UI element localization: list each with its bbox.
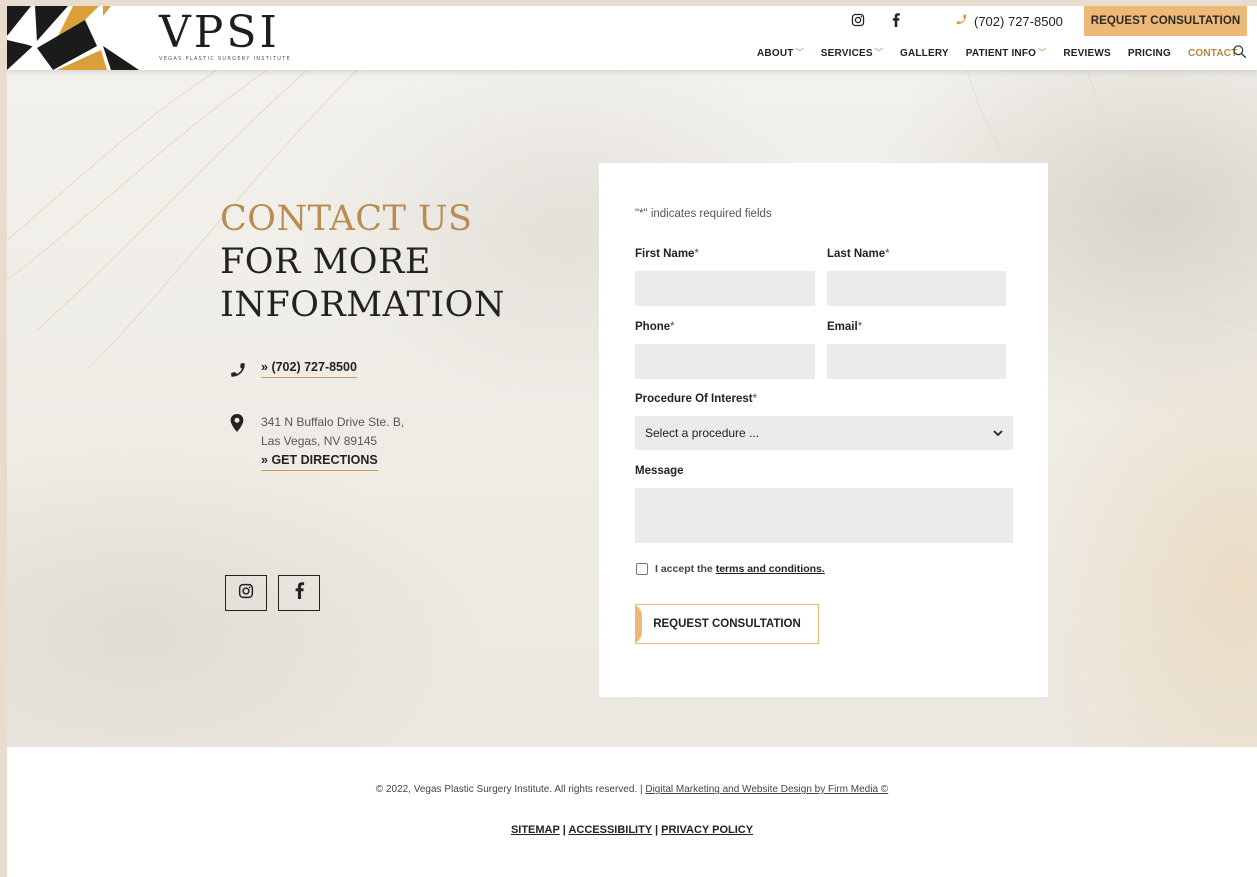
nav-item-about[interactable]: ABOUT ﹀: [757, 48, 804, 59]
site-footer: © 2022, Vegas Plastic Surgery Institute.…: [7, 747, 1257, 877]
page-heading: CONTACT US FOR MORE INFORMATION: [220, 198, 505, 327]
required-fields-note: "*" indicates required fields: [635, 208, 772, 220]
last-name-label: Last Name*: [827, 248, 890, 260]
contact-form: "*" indicates required fields First Name…: [599, 163, 1048, 697]
footer-links: SITEMAP | ACCESSIBILITY | PRIVACY POLICY: [510, 824, 754, 836]
facebook-icon: [294, 582, 305, 604]
header-phone-link[interactable]: (702) 727-8500: [955, 12, 1063, 30]
procedure-label: Procedure Of Interest*: [635, 393, 758, 405]
address-line-1: 341 N Buffalo Drive Ste. B,: [261, 415, 405, 429]
nav-item-gallery[interactable]: GALLERY: [900, 48, 949, 59]
procedure-select[interactable]: Select a procedure ...: [635, 416, 1013, 450]
map-pin-icon: [229, 414, 247, 432]
first-name-input[interactable]: [635, 271, 815, 306]
first-name-label: First Name*: [635, 248, 699, 260]
heading-line-gold: CONTACT US: [220, 199, 473, 239]
contact-phone: » (702) 727-8500: [229, 360, 357, 379]
header-request-consultation-button[interactable]: REQUEST CONSULTATION: [1084, 6, 1247, 36]
phone-icon: [229, 361, 247, 379]
email-label: Email*: [827, 321, 863, 333]
terms-text: I accept the terms and conditions.: [655, 563, 825, 575]
nav-item-contact[interactable]: CONTACT: [1188, 48, 1238, 59]
contact-address: 341 N Buffalo Drive Ste. B, Las Vegas, N…: [229, 413, 404, 471]
instagram-icon[interactable]: [850, 12, 866, 28]
facebook-button[interactable]: [278, 575, 320, 611]
facebook-icon[interactable]: [888, 12, 904, 28]
terms-link[interactable]: terms and conditions.: [716, 563, 825, 575]
nav-item-patient-info[interactable]: PATIENT INFO ﹀: [966, 48, 1047, 59]
message-label: Message: [635, 465, 684, 477]
firm-media-link[interactable]: Digital Marketing and Website Design by …: [645, 784, 888, 795]
instagram-button[interactable]: [225, 575, 267, 611]
email-input[interactable]: [827, 344, 1006, 379]
chevron-down-icon: ﹀: [1038, 47, 1047, 57]
contact-phone-number: (702) 727-8500: [271, 360, 357, 374]
search-icon[interactable]: [1232, 44, 1248, 60]
heading-line-3: INFORMATION: [220, 285, 505, 325]
last-name-input[interactable]: [827, 271, 1006, 306]
nav-item-pricing[interactable]: PRICING: [1128, 48, 1171, 59]
logo-tagline: VEGAS PLASTIC SURGERY INSTITUTE: [159, 56, 292, 62]
get-directions-link[interactable]: » GET DIRECTIONS: [261, 453, 378, 471]
copyright: © 2022, Vegas Plastic Surgery Institute.…: [375, 784, 889, 795]
contact-phone-link[interactable]: » (702) 727-8500: [261, 360, 357, 378]
procedure-select-value: Select a procedure ...: [645, 426, 760, 440]
page: VPSI VEGAS PLASTIC SURGERY INSTITUTE (70…: [7, 6, 1257, 877]
address-line-2: Las Vegas, NV 89145: [261, 434, 378, 448]
site-header: VPSI VEGAS PLASTIC SURGERY INSTITUTE (70…: [7, 6, 1257, 70]
instagram-icon: [238, 583, 254, 604]
nav-item-reviews[interactable]: REVIEWS: [1063, 48, 1111, 59]
double-chevron-right-icon: »: [261, 360, 268, 374]
accessibility-link[interactable]: ACCESSIBILITY: [568, 824, 652, 836]
main-nav: ABOUT ﹀ SERVICES ﹀ GALLERY PATIENT INFO ﹀ R…: [757, 45, 1255, 61]
contact-hero: CONTACT US FOR MORE INFORMATION » (702) …: [7, 70, 1257, 747]
sitemap-link[interactable]: SITEMAP: [511, 824, 560, 836]
request-consultation-submit-button[interactable]: REQUEST CONSULTATION: [635, 604, 819, 644]
message-textarea[interactable]: [635, 488, 1013, 543]
phone-label: Phone*: [635, 321, 675, 333]
chevron-down-icon: ﹀: [795, 47, 804, 57]
terms-checkbox[interactable]: [636, 563, 648, 575]
heading-line-2: FOR MORE: [220, 242, 431, 282]
nav-item-services[interactable]: SERVICES ﹀: [821, 48, 883, 59]
phone-input[interactable]: [635, 344, 815, 379]
chevron-down-icon: ﹀: [874, 47, 883, 57]
chevron-down-icon: [993, 426, 1003, 440]
header-phone-number: (702) 727-8500: [974, 13, 1063, 29]
logo-wordmark[interactable]: VPSI: [159, 9, 280, 57]
privacy-policy-link[interactable]: PRIVACY POLICY: [661, 824, 753, 836]
phone-icon: [955, 13, 968, 29]
logo-mark[interactable]: [7, 6, 139, 70]
double-chevron-right-icon: »: [261, 453, 268, 467]
